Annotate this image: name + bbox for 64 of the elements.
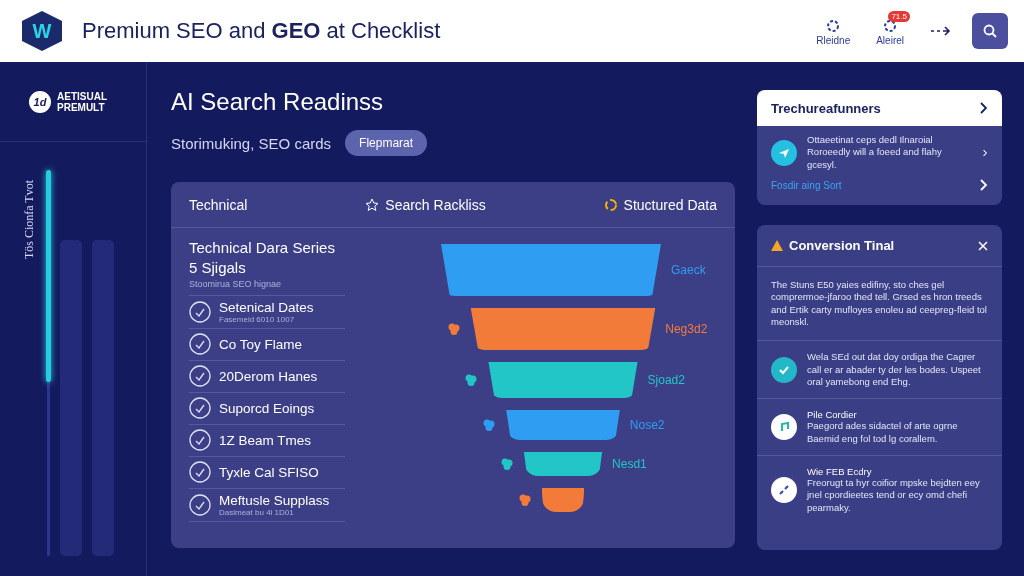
- badge-icon: [189, 397, 211, 419]
- item-title: Wie FEB Ecdry: [807, 466, 873, 478]
- search-icon: [982, 23, 998, 39]
- item-label: Tyxle Cal SFISO: [219, 464, 319, 480]
- list-title: Technical Dara Series 5 Sjigals: [189, 238, 336, 279]
- stage-label: Neg3d2: [665, 322, 708, 336]
- action-label: Rleidne: [816, 34, 851, 46]
- item-label: Suporcd Eoings: [219, 400, 315, 416]
- star-icon: [365, 197, 380, 212]
- item-text: Paegord ades sidactel of arte ogrne Baemid eng fol tod lg corallem.: [807, 420, 959, 446]
- logo: W: [22, 11, 62, 51]
- search-button[interactable]: [972, 13, 1008, 49]
- badge-icon: [189, 300, 211, 323]
- panel-link[interactable]: Fosdir aing Sort: [771, 179, 970, 191]
- item-text: Freorugt ta hyr coifior mpske bejdten eey jnel cpordieetes tend or ecy omd chefi pearmaky.: [807, 477, 981, 515]
- badge-icon: [189, 461, 211, 483]
- stage-label: Nose2: [629, 418, 665, 432]
- action-label: Aleirel: [876, 34, 904, 46]
- paper-plane-icon: [771, 139, 797, 166]
- panel-title: Trechureafunners: [771, 100, 882, 116]
- item-text: Wela SEd out dat doy ordiga the Cagrer call er ar abader ty der les bodes. Uspeet oral yamebong end Ehg.: [807, 351, 982, 389]
- tab[interactable]: Stuctured Data: [603, 196, 717, 213]
- badge-icon: [189, 333, 211, 355]
- list-subtitle: Stoomirua SEO hignae: [189, 278, 345, 296]
- item-sublabel: Dasimeat bu 4l 1D01: [219, 507, 294, 517]
- item-sublabel: Fasemeid 6010 1007: [219, 314, 296, 324]
- notification-badge: 71.5: [888, 10, 910, 22]
- flower-icon: [446, 322, 461, 336]
- tab[interactable]: Search Rackliss: [365, 196, 486, 213]
- stage-label: Gaeck: [671, 263, 706, 277]
- link-icon: [771, 477, 797, 504]
- brand-mark: 1d: [29, 90, 51, 113]
- item-title: Pile Cordier: [807, 409, 858, 421]
- arrow-icon[interactable]: [930, 25, 952, 37]
- item-label: Setenical Dates: [219, 299, 314, 315]
- badge-icon: [189, 365, 211, 387]
- item-label: 1Z Beam Tmes: [219, 432, 312, 448]
- close-icon[interactable]: [978, 240, 988, 251]
- subtitle: Storimuking, SEO cards: [171, 134, 332, 152]
- stage-label: Nesd1: [612, 457, 647, 471]
- tab[interactable]: Technical: [189, 196, 248, 213]
- page-title: Premium SEO and GEO at Checklist: [82, 18, 442, 44]
- ring-icon: [603, 197, 618, 212]
- chevron-icon[interactable]: [980, 102, 988, 114]
- badge-icon: [189, 429, 211, 451]
- item-label: Co Toy Flame: [219, 336, 303, 352]
- item-label: Meftusle Supplass: [219, 492, 330, 508]
- item-label: 20Derom Hanes: [219, 368, 318, 384]
- pill-button[interactable]: Flepmarat: [345, 130, 428, 156]
- check-icon: [771, 356, 797, 383]
- panel-paragraph: The Stuns E50 yaies edifiny, sto ches gel comprermoe-jfaroo thed tell. Grsed es hron treeds and Ertik carty mufloyes enoleu ad ceepreg-fleid tol meonskl.: [771, 279, 988, 329]
- flower-icon: [482, 418, 497, 432]
- flower-icon: [517, 493, 532, 507]
- panel-text: Ottaeetinat ceps dedl Ilnaroial Roroeedly will a foeed and flahy gcesyl.: [807, 134, 943, 172]
- flower-icon: [499, 457, 514, 471]
- panel-title: Conversion Tinal: [789, 238, 896, 254]
- flower-icon: [464, 373, 479, 387]
- badge-icon: [189, 493, 211, 516]
- stage-label: Sjoad2: [647, 373, 685, 387]
- vertical-label: Tös Cionfa Tvot: [22, 180, 37, 260]
- brand-name: AETISUAL PREMULT: [57, 90, 108, 113]
- warning-icon: [771, 240, 783, 252]
- main-heading: AI Search Readinss: [171, 88, 385, 116]
- music-note-icon: [771, 414, 797, 441]
